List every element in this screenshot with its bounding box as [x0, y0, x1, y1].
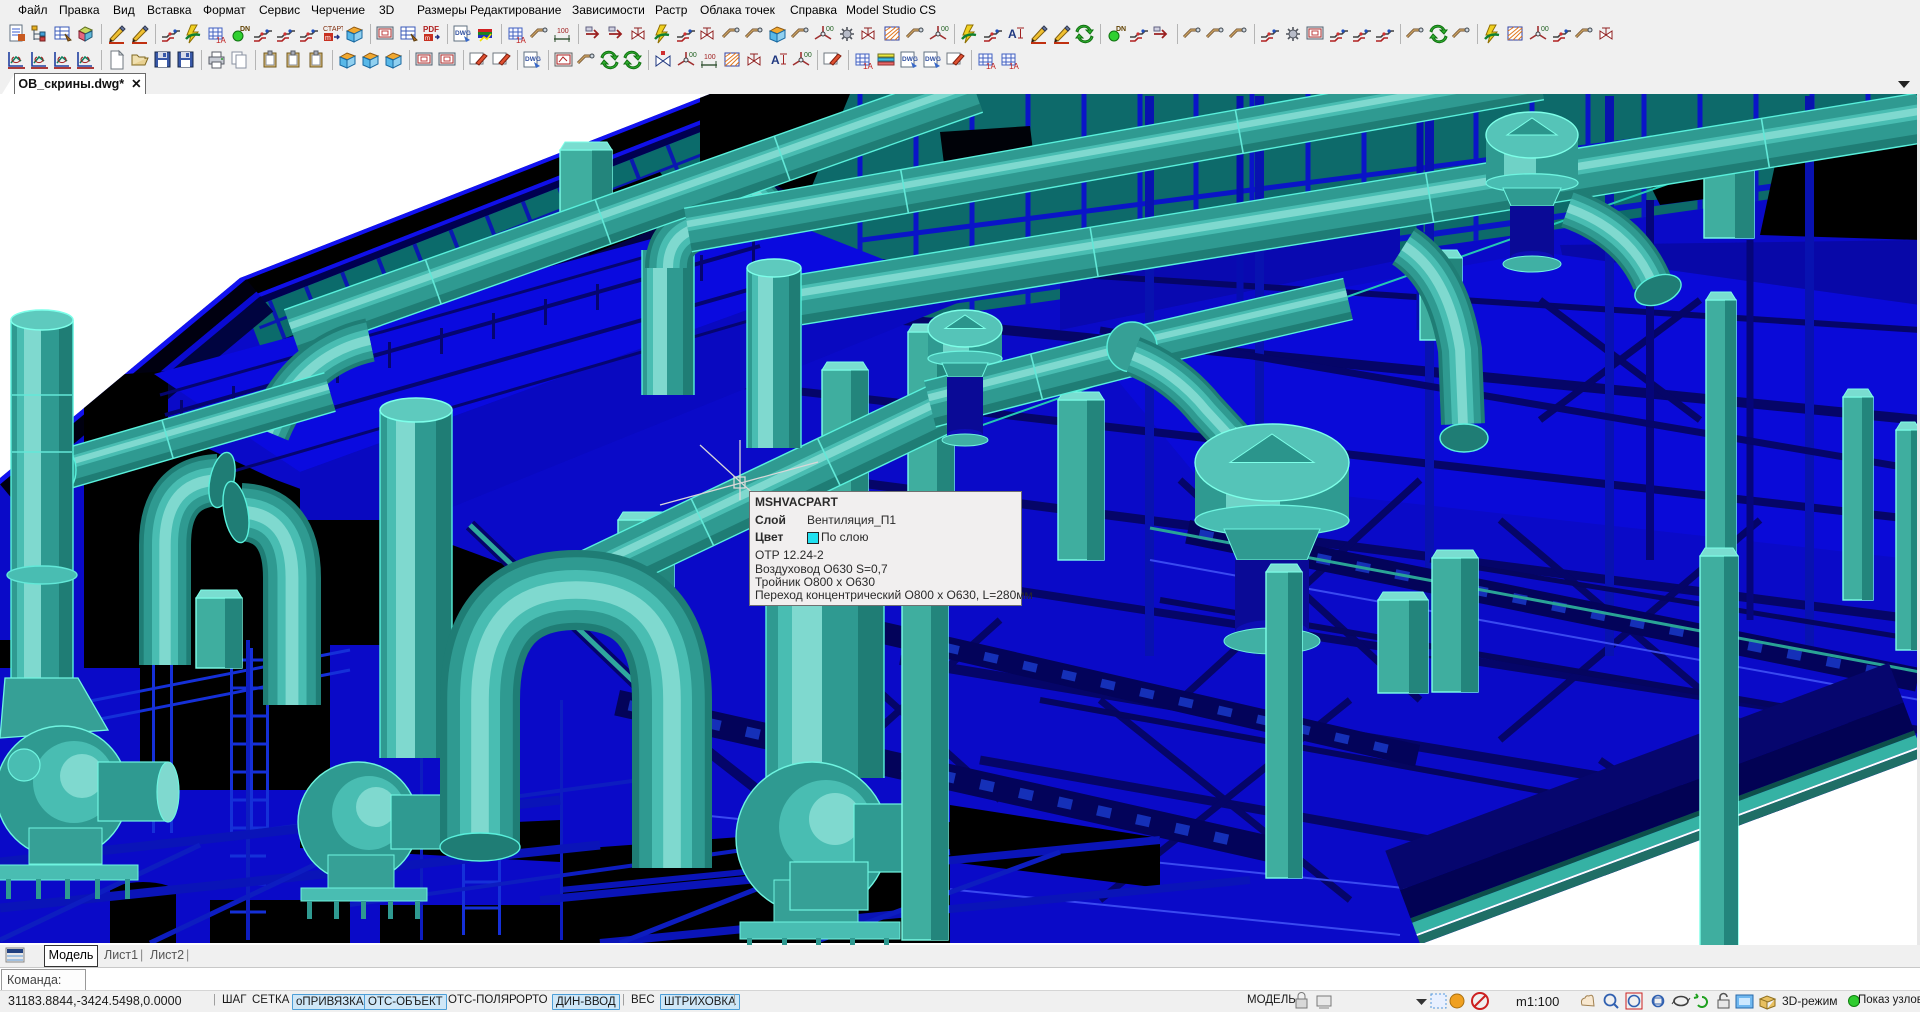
- svg-text:DWG: DWG: [925, 56, 941, 63]
- svg-text:A: A: [771, 53, 780, 67]
- svg-text:DWG: DWG: [455, 30, 471, 37]
- svg-text:1A: 1A: [863, 62, 873, 71]
- svg-text:DWG: DWG: [902, 56, 918, 63]
- svg-text:DN: DN: [1116, 26, 1126, 33]
- svg-text:m: m: [425, 36, 430, 42]
- svg-text:00: 00: [804, 52, 812, 59]
- svg-text:00: 00: [826, 26, 834, 33]
- svg-text:100: 100: [557, 28, 569, 35]
- svg-text:DN: DN: [240, 26, 250, 33]
- svg-text:m: m: [325, 35, 331, 42]
- svg-text:00: 00: [1541, 26, 1549, 33]
- svg-text:00: 00: [941, 26, 949, 33]
- svg-text:00: 00: [689, 52, 697, 59]
- svg-text:1A: 1A: [516, 36, 526, 45]
- svg-text:A: A: [1008, 27, 1017, 41]
- svg-text:1A: 1A: [216, 36, 226, 45]
- svg-text:100: 100: [704, 54, 716, 61]
- svg-text:1A: 1A: [986, 62, 996, 71]
- svg-text:СТАРТ: СТАРТ: [323, 26, 343, 33]
- svg-text:DWG: DWG: [525, 56, 541, 63]
- svg-text:1A: 1A: [1009, 62, 1019, 71]
- svg-text:PDF: PDF: [423, 25, 439, 34]
